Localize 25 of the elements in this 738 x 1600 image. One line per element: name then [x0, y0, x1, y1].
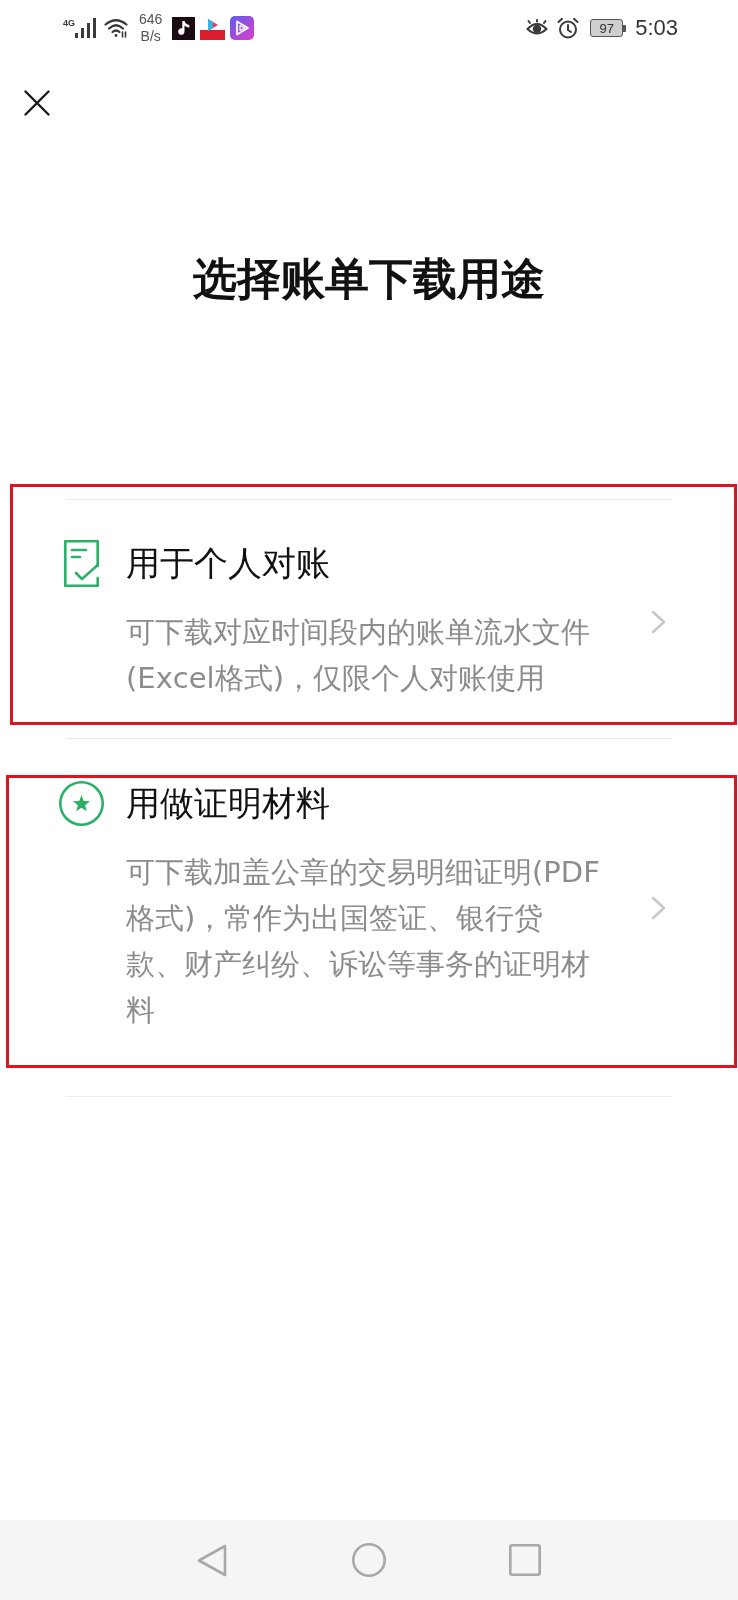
document-check-icon: [63, 539, 99, 587]
battery-indicator: 97: [590, 19, 627, 37]
home-icon[interactable]: [352, 1543, 386, 1577]
star-circle-icon: [58, 780, 104, 826]
recents-icon[interactable]: [509, 1544, 541, 1576]
signal-icon: [75, 18, 97, 38]
music-note-icon: [172, 16, 196, 40]
close-icon: [24, 90, 50, 116]
page-title: 选择账单下载用途: [192, 253, 546, 305]
chevron-right-icon[interactable]: [651, 610, 666, 634]
arrow-tile-icon: [200, 16, 226, 40]
option-title[interactable]: 用做证明材料: [126, 783, 330, 823]
network-type-label: 4G: [63, 18, 75, 28]
speed-unit: B/s: [140, 28, 161, 45]
clock-time: 5:03: [635, 15, 678, 41]
chevron-right-icon[interactable]: [651, 896, 666, 920]
play-icon: [230, 16, 255, 40]
speed-value: 646: [139, 11, 163, 28]
eye-icon: [526, 19, 549, 37]
option-title[interactable]: 用于个人对账: [126, 543, 330, 583]
alarm-clock-icon: [557, 17, 580, 39]
option-description: 可下载对应时间段内的账单流水文件(Excel格式)，仅限个人对账使用: [126, 614, 591, 697]
option-description: 可下载加盖公章的交易明细证明(PDF格式)，常作为出国签证、银行贷款、财产纠纷、诉讼等事务的证明材料: [126, 854, 601, 1029]
back-icon[interactable]: [197, 1543, 227, 1577]
wifi-icon: [104, 18, 129, 38]
